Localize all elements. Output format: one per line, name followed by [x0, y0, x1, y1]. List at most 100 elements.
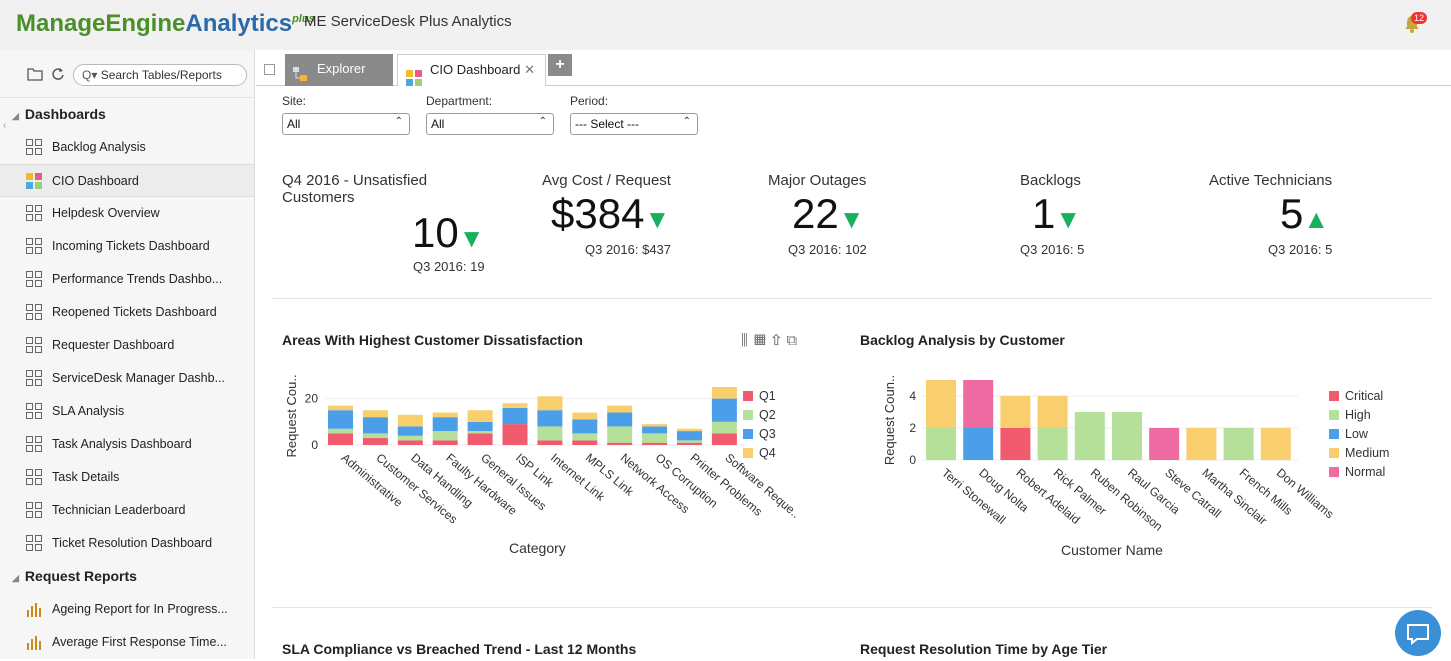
- bar-segment: [1186, 428, 1217, 460]
- bar-segment: [572, 433, 598, 441]
- x-tick-label: Terri Stonewall: [939, 466, 1008, 527]
- logo-text-brand: ManageEngine: [16, 10, 186, 37]
- bar-segment: [607, 442, 633, 445]
- chart-title-backlog: Backlog Analysis by Customer: [860, 332, 1065, 348]
- sidebar-item-sla-analysis[interactable]: SLA Analysis: [0, 395, 254, 428]
- sidebar-item-label: Task Analysis Dashboard: [52, 437, 192, 451]
- chart-type-icon[interactable]: ⫼: [741, 332, 754, 349]
- notification-bell-icon[interactable]: 12: [1403, 12, 1428, 34]
- sidebar-search-input[interactable]: Q▾ Search Tables/Reports: [73, 64, 247, 86]
- bar-segment: [432, 440, 458, 445]
- sidebar-item-backlog-analysis[interactable]: Backlog Analysis: [0, 131, 254, 164]
- sidebar-item-helpdesk-overview[interactable]: Helpdesk Overview: [0, 197, 254, 230]
- app-logo[interactable]: ManageEngineAnalyticsplus: [16, 10, 315, 38]
- bar-segment: [1037, 428, 1068, 460]
- bar-chart-icon: [26, 635, 42, 650]
- dashboard-icon: [26, 237, 42, 254]
- y-tick-label: 2: [909, 421, 916, 435]
- legend-swatch: [1329, 391, 1339, 401]
- sidebar-item-ticket-resolution[interactable]: Ticket Resolution Dashboard: [0, 527, 254, 560]
- kpi-title: Backlogs: [1020, 172, 1081, 189]
- kpi-title: Active Technicians: [1209, 172, 1333, 189]
- collapse-sidebar-icon[interactable]: ‹: [3, 120, 6, 131]
- legend-label: Q3: [759, 427, 776, 441]
- add-tab-button[interactable]: +: [548, 54, 572, 76]
- bar-segment: [1000, 428, 1031, 460]
- sidebar-item-reopened-tickets[interactable]: Reopened Tickets Dashboard: [0, 296, 254, 329]
- bar-segment: [362, 417, 388, 434]
- kpi-value: 22▼: [792, 190, 864, 238]
- bar-segment: [467, 431, 493, 434]
- tab-cio-dashboard[interactable]: CIO Dashboard ✕: [397, 54, 546, 86]
- bar-segment: [537, 410, 563, 427]
- sidebar-item-label: Helpdesk Overview: [52, 206, 160, 220]
- dashboard-icon: [26, 435, 42, 452]
- tab-explorer[interactable]: Explorer: [285, 54, 393, 86]
- bar-segment: [397, 414, 423, 427]
- bar-segment: [502, 403, 528, 408]
- legend-swatch: [1329, 410, 1339, 420]
- period-select[interactable]: --- Select --- ⌃: [570, 113, 698, 135]
- x-tick-label: Administrative: [339, 451, 406, 510]
- bar-segment: [607, 426, 633, 443]
- refresh-icon[interactable]: [51, 67, 67, 81]
- top-bar: ManageEngineAnalyticsplus ME ServiceDesk…: [0, 0, 1451, 50]
- kpi-value: 1▼: [1032, 190, 1081, 238]
- chat-button[interactable]: [1395, 610, 1441, 656]
- bar-segment: [537, 440, 563, 445]
- kpi-avg-cost: Avg Cost / Request $384▼ Q3 2016: $437: [542, 172, 742, 282]
- y-axis-label: Request Coun..: [882, 375, 897, 465]
- site-select[interactable]: All ⌃: [282, 113, 410, 135]
- bar-segment: [362, 438, 388, 445]
- export-icon[interactable]: ⇧: [772, 332, 786, 349]
- sidebar-item-cio-dashboard[interactable]: CIO Dashboard: [0, 164, 254, 197]
- search-icon: Q▾: [82, 68, 98, 82]
- restore-icon[interactable]: [264, 64, 275, 75]
- sidebar-item-technician-leaderboard[interactable]: Technician Leaderboard: [0, 494, 254, 527]
- sidebar-item-incoming-tickets[interactable]: Incoming Tickets Dashboard: [0, 230, 254, 263]
- dashboard-icon: [26, 468, 42, 485]
- close-tab-icon[interactable]: ✕: [524, 55, 535, 85]
- x-axis-label: Category: [509, 540, 566, 556]
- sidebar-item-average-first-response[interactable]: Average First Response Time...: [0, 626, 254, 659]
- bar-segment: [642, 442, 668, 445]
- bar-segment: [572, 419, 598, 434]
- table-view-icon[interactable]: ▦: [754, 332, 772, 349]
- sidebar-item-performance-trends[interactable]: Performance Trends Dashbo...: [0, 263, 254, 296]
- tab-label: CIO Dashboard: [430, 62, 521, 77]
- x-tick-label: Robert Adelaid: [1013, 466, 1082, 527]
- select-arrows-icon: ⌃: [538, 116, 547, 127]
- kpi-number: 5: [1280, 190, 1304, 237]
- bar-segment: [963, 380, 994, 428]
- bar-segment: [537, 426, 563, 441]
- folder-icon[interactable]: [27, 67, 43, 81]
- kpi-previous: Q3 2016: 102: [788, 242, 867, 257]
- filter-period: Period: --- Select --- ⌃: [570, 94, 698, 135]
- section-request-reports[interactable]: ◢ Request Reports: [0, 560, 254, 593]
- sidebar-item-ageing-report[interactable]: Ageing Report for In Progress...: [0, 593, 254, 626]
- select-value: All: [431, 117, 445, 131]
- sidebar-item-label: Ticket Resolution Dashboard: [52, 536, 213, 550]
- sidebar-item-servicedesk-manager[interactable]: ServiceDesk Manager Dashb...: [0, 362, 254, 395]
- sidebar-item-label: Reopened Tickets Dashboard: [52, 305, 217, 319]
- sidebar-item-requester-dashboard[interactable]: Requester Dashboard: [0, 329, 254, 362]
- y-tick-label: 0: [909, 453, 916, 467]
- bar-segment: [1037, 396, 1068, 428]
- filter-label: Department:: [426, 94, 493, 108]
- kpi-major-outages: Major Outages 22▼ Q3 2016: 102: [768, 172, 968, 282]
- section-dashboards[interactable]: ◢ Dashboards: [0, 98, 254, 131]
- legend-label: Normal: [1345, 465, 1385, 479]
- sidebar-item-task-details[interactable]: Task Details: [0, 461, 254, 494]
- sidebar-item-label: SLA Analysis: [52, 404, 125, 418]
- bar-segment: [1112, 412, 1142, 460]
- legend-label: Low: [1345, 427, 1369, 441]
- department-select[interactable]: All ⌃: [426, 113, 554, 135]
- bar-segment: [711, 421, 737, 434]
- dashboard-icon: [26, 303, 42, 320]
- sidebar-item-task-analysis[interactable]: Task Analysis Dashboard: [0, 428, 254, 461]
- bar-segment: [1149, 428, 1180, 460]
- trend-down-icon: ▼: [644, 204, 671, 234]
- logo-text-product: Analytics: [185, 10, 293, 37]
- sidebar-item-label: Task Details: [52, 470, 120, 484]
- open-new-icon[interactable]: ⧉: [786, 332, 803, 349]
